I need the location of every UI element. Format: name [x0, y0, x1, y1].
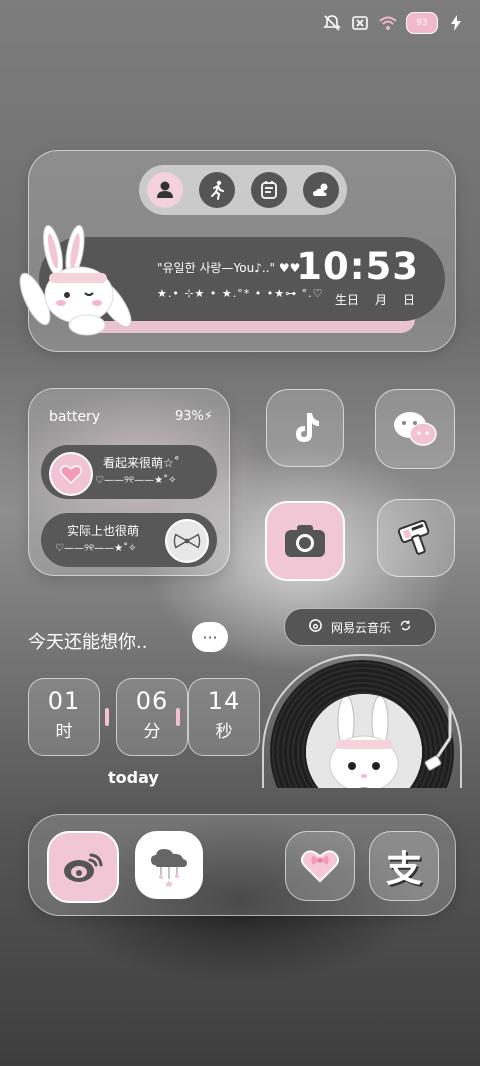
row1-title: 看起来很萌☆˚: [103, 456, 180, 470]
heart-badge-icon: [49, 452, 93, 496]
date-labels: 生日 月 日: [335, 291, 415, 308]
battery-icon: 93: [406, 12, 438, 34]
row2-title: 实际上也很萌: [67, 524, 140, 538]
weather-icon[interactable]: [303, 172, 339, 208]
running-icon[interactable]: [199, 172, 235, 208]
timer-caption: today: [108, 768, 159, 787]
cloud-app-icon[interactable]: [135, 831, 203, 899]
alipay-app-icon[interactable]: 支: [369, 831, 439, 901]
tool-app-icon[interactable]: [377, 499, 455, 577]
timer-hours-unit: 时: [55, 722, 73, 742]
stars-decoration: ★.• ⊹★ • ★.°* • •★⊶ °.♡: [157, 287, 324, 300]
chat-bubble-icon: ···: [192, 622, 228, 652]
date-label-day: 日: [402, 293, 415, 307]
camera-app-icon[interactable]: [265, 501, 345, 581]
timer-seconds-box: 14 秒: [188, 678, 260, 756]
tiktok-app-icon[interactable]: [266, 389, 344, 467]
cloud-icon: [151, 849, 187, 887]
bubble-dots: ···: [202, 627, 218, 647]
record-player-widget[interactable]: [262, 654, 462, 788]
battery-label: battery: [49, 409, 101, 425]
weibo-icon: [64, 853, 103, 882]
date-label-month: 月: [374, 293, 387, 307]
music-app-name: 网易云音乐: [330, 620, 391, 635]
clock-time: 10:53: [296, 245, 419, 288]
weibo-app-icon[interactable]: [47, 831, 119, 903]
row1-decoration: ♡——୨୧——★˚✧: [95, 475, 177, 486]
heart-app-icon[interactable]: [285, 831, 355, 901]
dock: 支: [28, 814, 456, 916]
heart-icon: [301, 850, 339, 883]
camera-icon: [285, 525, 325, 557]
mute-icon: [322, 14, 342, 32]
tiktok-icon: [296, 413, 319, 442]
wifi-icon: [378, 14, 398, 32]
bunny-sticker-icon: [19, 224, 132, 336]
battery-row-1: 看起来很萌☆˚ ♡——୨୧——★˚✧: [41, 445, 217, 499]
netease-music-icon: [308, 618, 323, 636]
song-text: "유일한 사랑—You♪.." ♥♥: [157, 261, 301, 275]
wechat-icon: [394, 412, 437, 446]
wechat-app-icon[interactable]: [375, 389, 455, 469]
battery-percent: 93%⚡: [175, 409, 213, 424]
profile-icon[interactable]: [147, 172, 183, 208]
timer-hours: 01: [47, 687, 81, 715]
miss-you-text: 今天还能想你..: [28, 632, 148, 653]
battery-percent-text: 93%: [174, 409, 204, 424]
alipay-icon: 支: [385, 849, 422, 890]
timer-seconds-unit: 秒: [215, 722, 233, 742]
widget-tabbar: [139, 165, 347, 215]
status-bar: 93: [322, 12, 466, 34]
date-label-birthday: 生日: [334, 293, 359, 307]
battery-widget[interactable]: battery 93%⚡ 看起来很萌☆˚ ♡——୨୧——★˚✧ 实际上也很萌 ♡…: [28, 388, 230, 576]
album-art: [306, 694, 422, 788]
timer-separator: [105, 708, 109, 726]
bow-badge-icon: [165, 519, 209, 563]
tool-icon: [397, 519, 430, 555]
calendar-icon[interactable]: [251, 172, 287, 208]
battery-row-2: 实际上也很萌 ♡——୨୧——★˚✧: [41, 513, 217, 567]
timer-seconds: 14: [207, 687, 241, 715]
repeat-icon[interactable]: [399, 619, 412, 635]
music-player-pill[interactable]: 网易云音乐: [284, 608, 436, 646]
profile-clock-widget[interactable]: "유일한 사랑—You♪.." ♥♥ ★.• ⊹★ • ★.°* • •★⊶ °…: [19, 150, 456, 352]
charging-bolt-icon: ⚡: [203, 409, 213, 424]
charging-icon: [446, 14, 466, 32]
timer-separator: [176, 708, 180, 726]
battery-level-text: 93: [416, 18, 428, 28]
bunny-album-icon: [306, 694, 422, 788]
no-sim-icon: [350, 14, 370, 32]
timer-hours-box: 01 时: [28, 678, 100, 756]
row2-decoration: ♡——୨୧——★˚✧: [55, 543, 137, 554]
tonearm-icon: [424, 661, 457, 771]
